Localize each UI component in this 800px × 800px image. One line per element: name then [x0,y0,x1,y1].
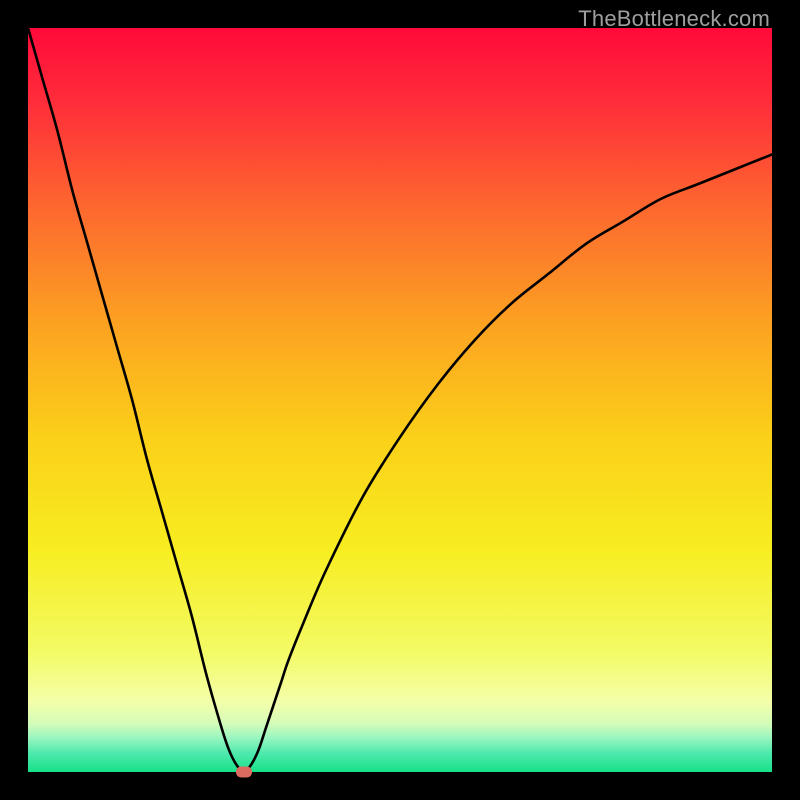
watermark-text: TheBottleneck.com [578,6,770,32]
bottleneck-chart [28,28,772,772]
chart-frame [28,28,772,772]
optimal-point-marker [236,767,252,778]
chart-background [28,28,772,772]
